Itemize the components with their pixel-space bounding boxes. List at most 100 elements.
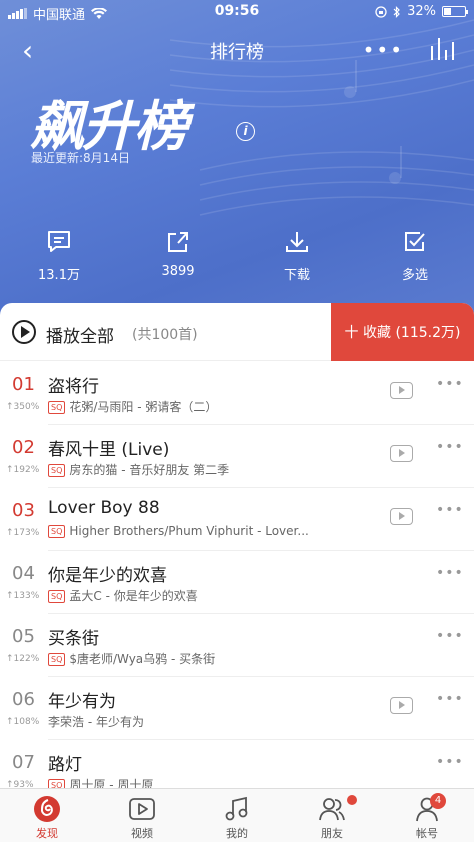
rotation-lock-icon (375, 5, 387, 18)
song-row[interactable]: 03 ↑173% Lover Boy 88 SQ Higher Brothers/… (0, 488, 474, 551)
friends-icon (319, 798, 345, 821)
mv-icon[interactable] (390, 382, 413, 399)
comment-button[interactable]: 13.1万 (19, 230, 99, 283)
song-artist-album: 李荣浩 - 年少有为 (48, 715, 144, 729)
mv-icon[interactable] (390, 508, 413, 525)
song-rank: 05 (12, 626, 35, 647)
multiselect-label: 多选 (401, 268, 428, 283)
song-row[interactable]: 07 ↑93% 路灯 SQ 周十原 - 周十原 ••• (0, 740, 474, 788)
updated-date: 最近更新:8月14日 (31, 151, 130, 165)
song-subtitle: 李荣浩 - 年少有为 (48, 713, 144, 730)
header-banner: 中国联通 09:56 32% ‹ 排行榜 ••• 飙升榜 i 最近更新:8月14… (0, 0, 474, 330)
song-trend: ↑192% (6, 465, 40, 475)
collect-button[interactable]: 十 收藏 (115.2万) (331, 303, 474, 361)
song-title: 春风十里 (Live) (48, 440, 170, 460)
song-more-icon[interactable]: ••• (436, 439, 464, 455)
notification-dot (347, 795, 357, 805)
bluetooth-icon (393, 5, 400, 18)
download-label: 下载 (283, 268, 310, 283)
badge-count: 4 (430, 793, 446, 809)
song-more-icon[interactable]: ••• (436, 691, 464, 707)
play-all-icon[interactable] (12, 320, 36, 344)
multiselect-button[interactable]: 多选 (375, 230, 455, 283)
action-row: 13.1万 3899 下载 多选 (0, 230, 474, 290)
discover-icon (34, 796, 60, 822)
song-rank: 07 (12, 752, 35, 773)
song-subtitle: SQ 孟大C - 你是年少的欢喜 (48, 587, 198, 604)
song-row[interactable]: 06 ↑108% 年少有为 李荣浩 - 年少有为 ••• (0, 677, 474, 740)
song-title: Lover Boy 88 (48, 498, 160, 518)
song-trend: ↑173% (6, 528, 40, 538)
play-all-row[interactable]: 播放全部 (共100首) 十 收藏 (115.2万) (0, 303, 474, 361)
share-button[interactable]: 3899 (138, 230, 218, 279)
song-more-icon[interactable]: ••• (436, 754, 464, 770)
song-rank: 06 (12, 689, 35, 710)
sq-badge: SQ (48, 590, 66, 603)
song-row[interactable]: 05 ↑122% 买条街 SQ $唐老师/Wya乌鸦 - 买条街 ••• (0, 614, 474, 677)
music-note-icon (225, 796, 248, 821)
song-trend: ↑133% (6, 591, 40, 601)
song-subtitle: SQ 周十原 - 周十原 (48, 776, 153, 788)
tab-label: 朋友 (321, 827, 343, 840)
song-subtitle: SQ 花粥/马雨阳 - 粥请客（二） (48, 398, 217, 415)
mv-icon[interactable] (390, 445, 413, 462)
song-title: 年少有为 (48, 692, 116, 712)
more-options-icon[interactable]: ••• (363, 38, 404, 62)
song-title: 买条街 (48, 629, 99, 649)
song-rank: 02 (12, 437, 35, 458)
song-count: (共100首) (132, 327, 198, 343)
sq-badge: SQ (48, 464, 66, 477)
now-playing-icon[interactable] (431, 38, 454, 60)
song-artist-album: 房东的猫 - 音乐好朋友 第二季 (69, 463, 230, 477)
sq-badge: SQ (48, 525, 66, 538)
song-row[interactable]: 01 ↑350% 盗将行 SQ 花粥/马雨阳 - 粥请客（二） ••• (0, 362, 474, 425)
tab-label: 视频 (131, 827, 153, 840)
tab-mine[interactable]: 我的 (202, 795, 272, 841)
song-artist-album: 周十原 - 周十原 (69, 778, 154, 788)
mv-icon[interactable] (390, 697, 413, 714)
song-trend: ↑122% (6, 654, 40, 664)
song-rank: 03 (12, 500, 35, 521)
sq-badge: SQ (48, 401, 66, 414)
song-artist-album: 孟大C - 你是年少的欢喜 (69, 589, 198, 603)
download-icon (286, 232, 308, 252)
song-subtitle: SQ 房东的猫 - 音乐好朋友 第二季 (48, 461, 229, 478)
sq-badge: SQ (48, 779, 66, 788)
song-row[interactable]: 04 ↑133% 你是年少的欢喜 SQ 孟大C - 你是年少的欢喜 ••• (0, 551, 474, 614)
song-artist-album: Higher Brothers/Phum Viphurit - Lover... (69, 524, 309, 538)
song-trend: ↑108% (6, 717, 40, 727)
tab-label: 发现 (36, 827, 58, 840)
multiselect-icon (405, 232, 425, 251)
song-artist-album: $唐老师/Wya乌鸦 - 买条街 (69, 652, 216, 666)
song-trend: ↑93% (6, 780, 34, 788)
song-row[interactable]: 02 ↑192% 春风十里 (Live) SQ 房东的猫 - 音乐好朋友 第二季 … (0, 425, 474, 488)
nav-bar: ‹ 排行榜 ••• (0, 30, 474, 70)
song-subtitle: SQ $唐老师/Wya乌鸦 - 买条街 (48, 650, 215, 667)
song-more-icon[interactable]: ••• (436, 628, 464, 644)
tab-video[interactable]: 视频 (107, 795, 177, 841)
battery-percent: 32% (407, 4, 436, 19)
song-trend: ↑350% (6, 402, 40, 412)
tab-friends[interactable]: 朋友 (297, 795, 367, 841)
battery-icon (442, 6, 468, 17)
comment-count: 13.1万 (38, 268, 80, 283)
status-bar: 中国联通 09:56 32% (0, 0, 474, 24)
song-rank: 04 (12, 563, 35, 584)
song-more-icon[interactable]: ••• (436, 502, 464, 518)
song-subtitle: SQ Higher Brothers/Phum Viphurit - Lover.… (48, 524, 309, 538)
song-more-icon[interactable]: ••• (436, 376, 464, 392)
info-icon[interactable]: i (236, 122, 255, 141)
tab-label: 我的 (226, 827, 248, 840)
tab-account[interactable]: 帐号 4 (392, 793, 462, 841)
download-button[interactable]: 下载 (257, 230, 337, 283)
collect-label: 十 收藏 (115.2万) (344, 325, 461, 341)
song-list-panel: 播放全部 (共100首) 十 收藏 (115.2万) 01 ↑350% 盗将行 … (0, 303, 474, 788)
song-more-icon[interactable]: ••• (436, 565, 464, 581)
tab-label: 帐号 (416, 827, 438, 840)
song-title: 盗将行 (48, 377, 99, 397)
song-title: 路灯 (48, 755, 82, 775)
share-icon (168, 232, 188, 252)
tab-discover[interactable]: 发现 (12, 795, 82, 841)
play-all-label[interactable]: 播放全部 (46, 322, 114, 347)
song-artist-album: 花粥/马雨阳 - 粥请客（二） (69, 400, 218, 414)
